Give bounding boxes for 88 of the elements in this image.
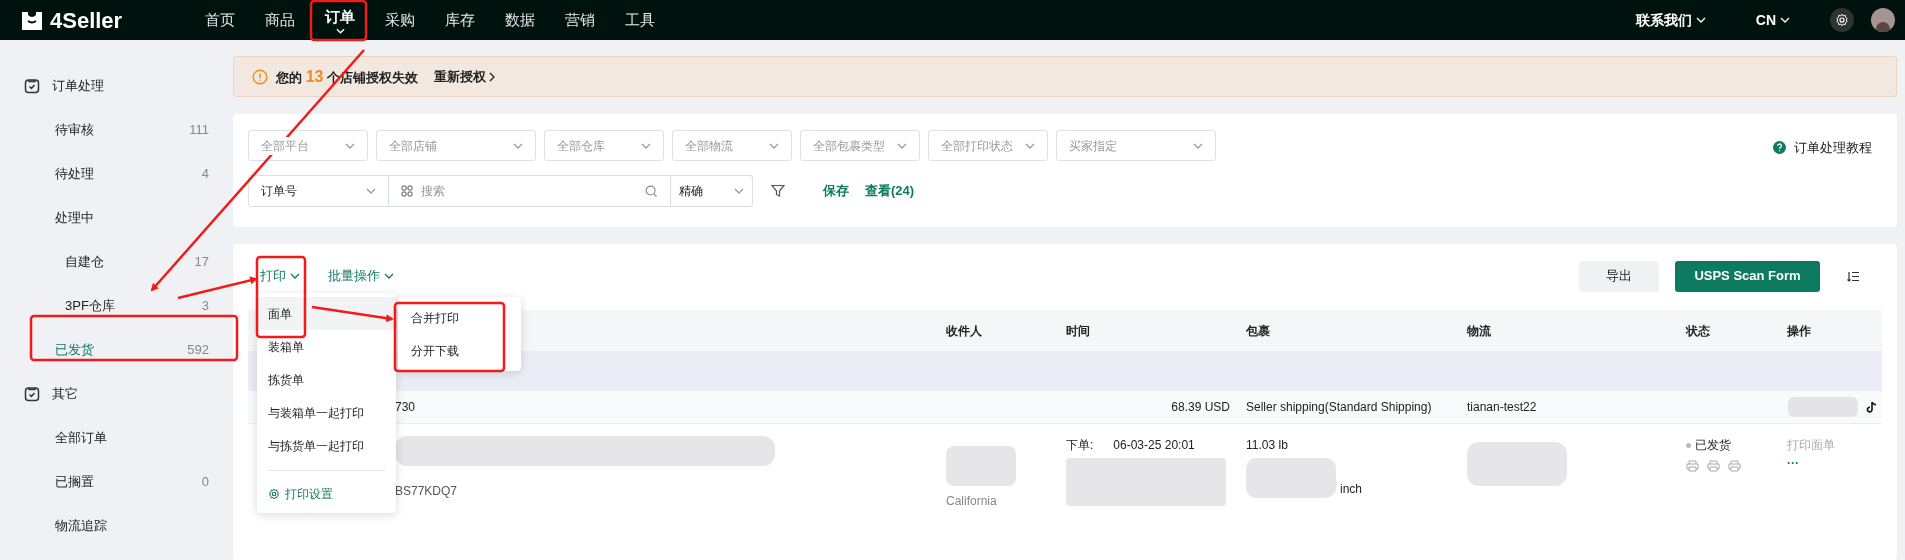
menu-item[interactable]: 分开下载	[398, 334, 521, 367]
contact-menu[interactable]: 联系我们	[1635, 9, 1706, 31]
store-name: tianan-test22	[1467, 399, 1537, 416]
sidebar-group-title: 订单处理	[52, 77, 104, 96]
reauthorize-link[interactable]: 重新授权	[434, 66, 496, 87]
music-note-icon	[1866, 401, 1877, 413]
highlight-frame	[309, 0, 368, 42]
sidebar-item[interactable]: 3PF仓库 3	[0, 284, 233, 328]
help-icon	[1773, 141, 1786, 155]
chevron-down-icon	[734, 188, 744, 194]
sidebar-item[interactable]: 待审核 111	[0, 108, 233, 152]
chevron-down-icon	[335, 28, 345, 35]
scan-form-button[interactable]: USPS Scan Form	[1675, 260, 1820, 292]
export-button[interactable]: 导出	[1579, 260, 1659, 292]
settings-icon[interactable]	[1830, 8, 1854, 32]
nav-tab[interactable]: 数据	[490, 0, 550, 40]
nav-tab[interactable]: 库存	[430, 0, 490, 40]
package-size: inch	[1340, 481, 1362, 498]
print-menu-button[interactable]: 打印	[260, 266, 300, 286]
settings-icon	[268, 488, 280, 500]
shipping-method: Seller shipping(Standard Shipping)	[1246, 399, 1432, 416]
column-header: 状态	[1686, 322, 1710, 340]
menu-item[interactable]: 装箱单	[257, 330, 396, 363]
chevron-down-icon	[384, 273, 394, 279]
filter-icon[interactable]	[771, 184, 785, 198]
sidebar-item[interactable]: 物流追踪	[0, 504, 233, 548]
column-header: 包裹	[1246, 322, 1270, 340]
more-link[interactable]: ···	[1787, 454, 1882, 472]
nav-tab[interactable]: 订单	[310, 0, 370, 40]
chevron-down-icon	[1193, 142, 1203, 149]
redacted-area	[946, 446, 1016, 486]
language-menu[interactable]: CN	[1755, 9, 1790, 31]
search-field[interactable]: 搜索	[421, 182, 637, 200]
chevron-down-icon	[897, 142, 907, 149]
save-button[interactable]: 保存	[823, 181, 849, 201]
sidebar-item[interactable]: 自建仓 17	[0, 240, 233, 284]
sidebar-item[interactable]: 处理中	[0, 196, 233, 240]
search-type-select[interactable]: 订单号	[248, 175, 389, 207]
match-select[interactable]: 精确	[670, 175, 753, 207]
nav-tab[interactable]: 营销	[550, 0, 610, 40]
package-weight: 11.03 lb	[1246, 437, 1289, 454]
grid-icon	[401, 185, 413, 197]
chevron-down-icon	[1025, 142, 1035, 149]
chevron-down-icon	[513, 142, 523, 149]
time-label: 下单:	[1066, 437, 1094, 454]
clipboard-icon	[24, 78, 40, 94]
chevron-right-icon	[489, 71, 496, 82]
nav-tab[interactable]: 采购	[370, 0, 430, 40]
chevron-down-icon	[1780, 17, 1790, 23]
menu-item[interactable]: 拣货单	[257, 363, 396, 396]
chevron-down-icon	[641, 142, 651, 149]
tutorial-link[interactable]: 订单处理教程	[1773, 138, 1872, 158]
avatar[interactable]	[1871, 8, 1895, 32]
order-amount: 68.39 USD	[1171, 399, 1231, 416]
nav-tab[interactable]: 首页	[190, 0, 250, 40]
menu-item[interactable]: 面单	[257, 297, 396, 330]
sidebar-item[interactable]: 已发货 592	[0, 328, 233, 372]
column-header: 物流	[1467, 322, 1491, 340]
search-icon	[645, 184, 658, 198]
warning-icon	[252, 68, 268, 85]
sku-text: BS77KDQ7	[395, 483, 459, 500]
order-number: 730	[395, 399, 416, 416]
print-settings-item[interactable]: 打印设置	[257, 479, 396, 509]
batch-actions-button[interactable]: 批量操作	[328, 266, 394, 286]
chevron-down-icon	[1695, 17, 1706, 23]
menu-item[interactable]: 与装箱单一起打印	[257, 396, 396, 429]
chevron-down-icon	[290, 273, 300, 279]
logo-text: 4Seller	[50, 6, 123, 35]
chevron-down-icon	[345, 142, 355, 149]
chevron-down-icon	[769, 142, 779, 149]
view-button[interactable]: 查看(24)	[865, 181, 915, 201]
order-status: 已发货	[1695, 437, 1731, 454]
column-header: 收件人	[946, 322, 982, 340]
sidebar-item[interactable]: 已搁置 0	[0, 460, 233, 504]
clipboard-icon	[24, 386, 40, 402]
sidebar-group-title: 其它	[52, 385, 78, 404]
menu-item[interactable]: 合并打印	[398, 301, 521, 334]
nav-tab[interactable]: 工具	[610, 0, 670, 40]
sidebar-item[interactable]: 全部订单	[0, 416, 233, 460]
column-header: 操作	[1787, 322, 1811, 340]
nav-tab[interactable]: 商品	[250, 0, 310, 40]
menu-item[interactable]: 与拣货单一起打印	[257, 429, 396, 462]
chevron-down-icon	[366, 188, 376, 194]
recipient-region: California	[946, 493, 998, 510]
column-settings-icon[interactable]	[1847, 270, 1859, 282]
sidebar-item[interactable]: 待处理 4	[0, 152, 233, 196]
order-time: 06-03-25 20:01	[1113, 437, 1195, 454]
column-header: 时间	[1066, 322, 1090, 340]
